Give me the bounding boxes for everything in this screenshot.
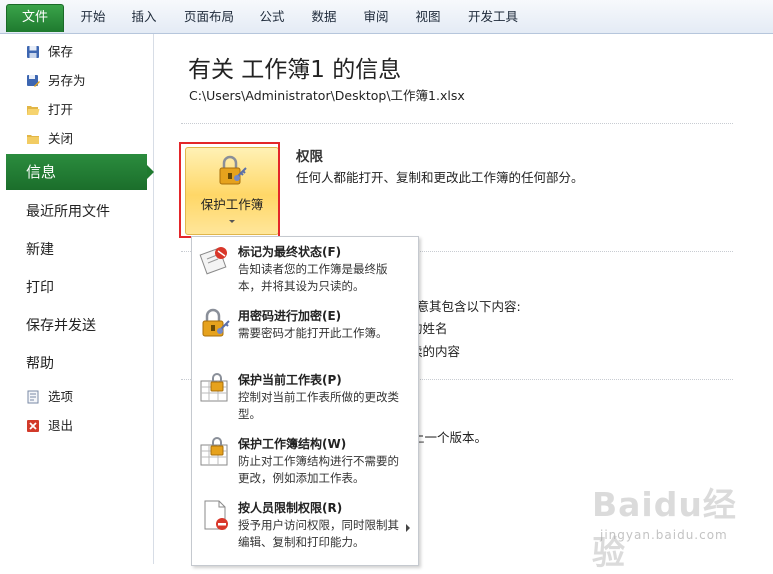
menu-item-description: 授予用户访问权限，同时限制其编辑、复制和打印能力。 (238, 518, 399, 549)
save-as-icon (27, 75, 40, 87)
tab-developer[interactable]: 开发工具 (465, 6, 521, 28)
close-folder-icon (27, 135, 39, 144)
menu-item-title: 保护当前工作表(P) (238, 373, 342, 387)
menu-item-mark-final[interactable]: 标记为最终状态(F) 告知读者您的工作簿是最终版本，并将其设为只读的。 (192, 237, 418, 297)
menu-item-protect-structure[interactable]: 保护工作簿结构(W) 防止对工作簿结构进行不需要的更改，例如添加工作表。 (192, 429, 418, 489)
open-folder-icon (27, 106, 40, 115)
file-path: C:\Users\Administrator\Desktop\工作簿1.xlsx (189, 88, 465, 103)
versions-text: 上一个版本。 (412, 430, 488, 445)
selected-pointer (147, 165, 154, 179)
menu-item-description: 告知读者您的工作簿是最终版本，并将其设为只读的。 (238, 262, 388, 293)
permissions-description: 任何人都能打开、复制和更改此工作簿的任何部分。 (296, 170, 584, 185)
tab-insert[interactable]: 插入 (129, 6, 159, 28)
nav-save-send[interactable]: 保存并发送 (26, 313, 96, 339)
nav-save-as-label: 另存为 (48, 73, 86, 88)
page-title: 有关 工作簿1 的信息 (188, 57, 402, 83)
prepare-sharing-text: 注意其包含以下内容: (404, 299, 521, 314)
nav-open-label: 打开 (48, 102, 74, 117)
tab-page-layout[interactable]: 页面布局 (182, 6, 236, 28)
menu-item-description: 防止对工作簿结构进行不需要的更改，例如添加工作表。 (238, 454, 399, 485)
menu-item-title: 保护工作簿结构(W) (238, 437, 347, 451)
tab-home[interactable]: 开始 (78, 6, 108, 28)
nav-new[interactable]: 新建 (26, 237, 54, 263)
nav-exit-label: 退出 (48, 418, 74, 433)
tab-file[interactable]: 文件 (6, 4, 64, 32)
baidu-watermark: Baidu经验 jingyan.baidu.com (592, 478, 767, 572)
menu-item-protect-sheet[interactable]: 保护当前工作表(P) 控制对当前工作表所做的更改类型。 (192, 365, 418, 425)
menu-item-description: 控制对当前工作表所做的更改类型。 (238, 390, 399, 421)
menu-item-restrict-permission[interactable]: 按人员限制权限(R) 授予用户访问权限，同时限制其编辑、复制和打印能力。 (192, 493, 418, 553)
nav-info[interactable]: 信息 (6, 154, 154, 190)
menu-item-encrypt[interactable]: 用密码进行加密(E) 需要密码才能打开此工作簿。 (192, 301, 418, 361)
backstage-nav: 保存 另存为 打开 关闭 信息 最近所用文件 新建 打印 保存并发送 帮助 选项… (0, 34, 154, 564)
permissions-heading: 权限 (296, 149, 323, 165)
nav-save-label: 保存 (48, 44, 74, 59)
tab-data[interactable]: 数据 (309, 6, 339, 28)
nav-print[interactable]: 打印 (26, 275, 54, 301)
watermark-logo: Baidu经验 (592, 485, 737, 572)
options-icon (27, 390, 39, 404)
menu-item-title: 用密码进行加密(E) (238, 309, 342, 323)
nav-recent[interactable]: 最近所用文件 (26, 199, 110, 225)
menu-item-title: 按人员限制权限(R) (238, 501, 343, 515)
menu-item-description: 需要密码才能打开此工作簿。 (238, 326, 388, 340)
exit-icon (27, 420, 39, 432)
protect-workbook-menu: 标记为最终状态(F) 告知读者您的工作簿是最终版本，并将其设为只读的。 用密码进… (191, 236, 419, 566)
nav-info-label: 信息 (26, 163, 57, 181)
encrypt-lock-icon (202, 308, 230, 337)
protect-sheet-icon (200, 373, 228, 402)
highlight-box (179, 142, 280, 238)
menu-item-title: 标记为最终状态(F) (238, 245, 342, 259)
nav-close-label: 关闭 (48, 131, 74, 146)
nav-options-label: 选项 (48, 389, 74, 404)
protect-structure-icon (200, 437, 228, 466)
tab-formulas[interactable]: 公式 (257, 6, 287, 28)
submenu-arrow-icon (406, 524, 410, 532)
ribbon-tab-bar: 文件 开始 插入 页面布局 公式 数据 审阅 视图 开发工具 (0, 0, 773, 34)
save-icon (27, 46, 39, 58)
nav-help[interactable]: 帮助 (26, 351, 54, 377)
tab-review[interactable]: 审阅 (361, 6, 391, 28)
restrict-permission-icon (204, 500, 228, 530)
watermark-url: jingyan.baidu.com (600, 528, 728, 542)
mark-final-icon (199, 247, 227, 275)
divider (181, 123, 733, 124)
tab-view[interactable]: 视图 (413, 6, 443, 28)
